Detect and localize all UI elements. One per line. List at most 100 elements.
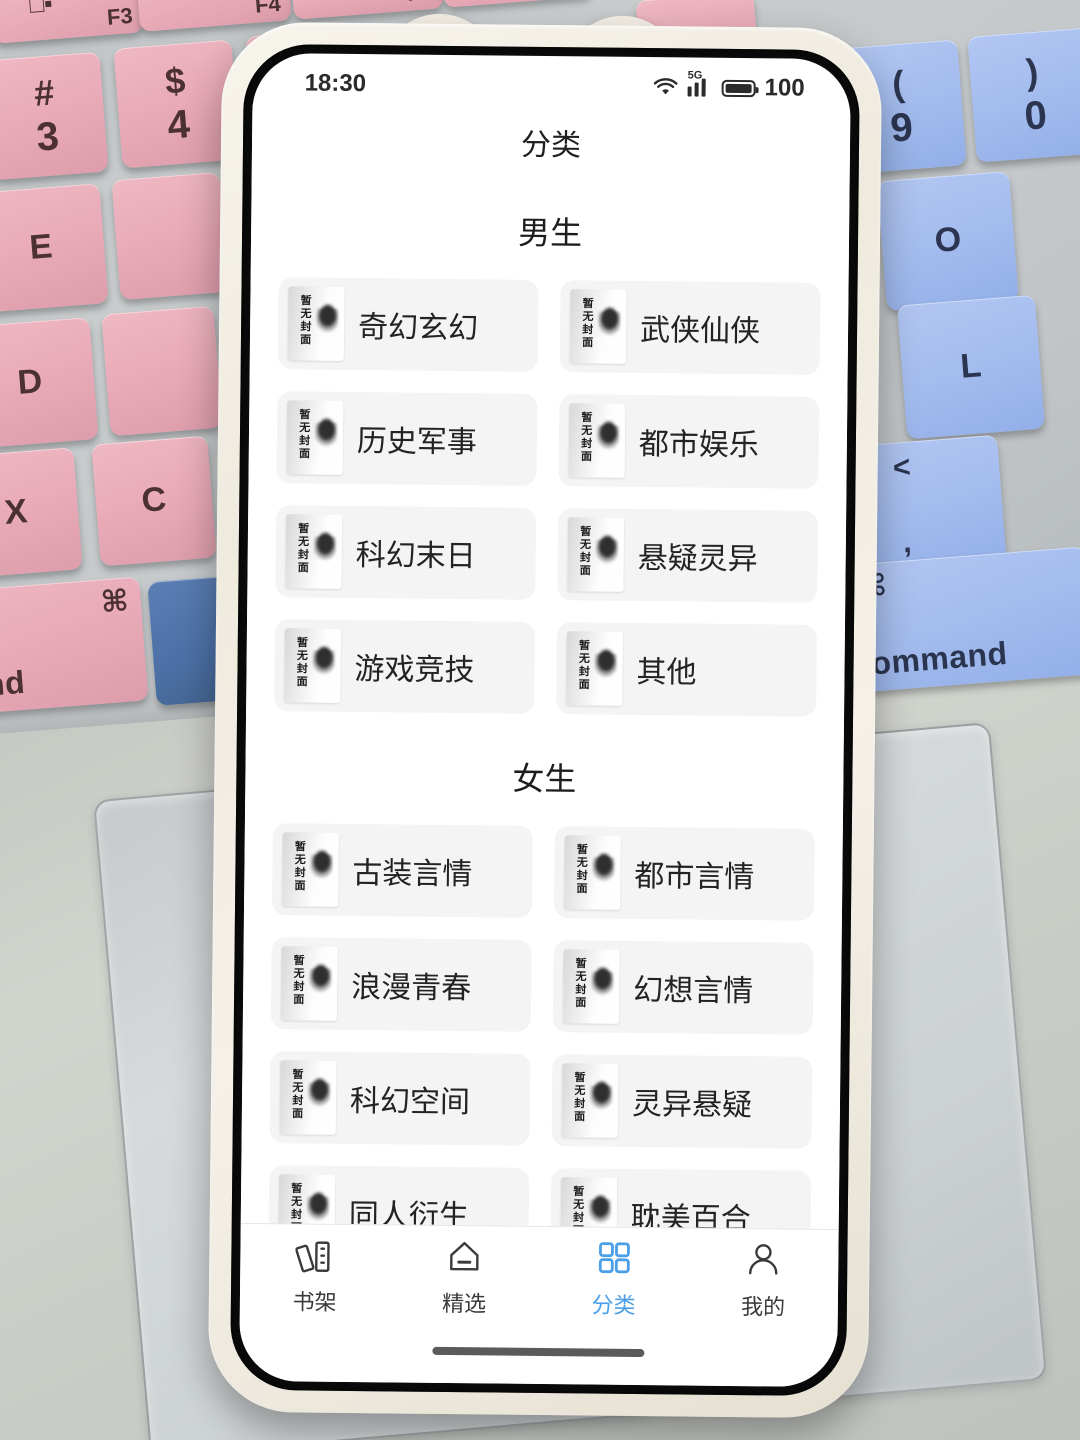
tab-label: 精选: [441, 1290, 487, 1317]
thumbnail-placeholder-text: 暂无封面: [573, 957, 588, 1010]
page-content: 分类 男生 暂无封面 奇幻玄幻 暂无封面 武侠仙侠 暂无封面 历史军事 暂无封面 都市娱乐 暂无封…: [240, 102, 851, 1230]
battery-percent-label: 100: [764, 74, 805, 102]
category-label: 历史军事: [356, 425, 478, 460]
home-icon: [444, 1234, 484, 1278]
tab-书架[interactable]: 书架: [239, 1232, 390, 1347]
ink-blob-icon: [594, 1081, 610, 1102]
no-cover-thumbnail: 暂无封面: [285, 514, 343, 589]
thumbnail-placeholder-text: 暂无封面: [290, 1068, 305, 1121]
category-card[interactable]: 暂无封面 历史军事: [276, 391, 538, 486]
thumbnail-placeholder-text: 暂无封面: [577, 639, 591, 692]
status-bar: 18:30 5G 100: [252, 53, 850, 109]
section-title-male: 男生: [517, 214, 583, 252]
key-e: E: [0, 183, 109, 313]
category-card[interactable]: 暂无封面 都市娱乐: [558, 394, 820, 489]
thumbnail-placeholder-text: 暂无封面: [297, 408, 311, 461]
key-command-left: ⌘ mmand: [0, 576, 149, 720]
thumbnail-placeholder-text: 暂无封面: [579, 411, 593, 464]
ink-blob-icon: [312, 1078, 328, 1099]
category-label: 灵异悬疑: [631, 1087, 753, 1123]
category-card[interactable]: 暂无封面 都市言情: [553, 826, 815, 921]
no-cover-thumbnail: 暂无封面: [560, 1177, 618, 1230]
category-card[interactable]: 暂无封面 悬疑灵异: [557, 508, 819, 603]
category-card[interactable]: 暂无封面 奇幻玄幻: [277, 277, 539, 372]
no-cover-thumbnail: 暂无封面: [569, 289, 627, 364]
phone-device: 18:30 5G 100 分类 男生 暂无封面 奇幻玄幻 暂无封面 武侠仙侠 暂…: [207, 13, 883, 1419]
tab-精选[interactable]: 精选: [389, 1233, 540, 1348]
category-card[interactable]: 暂无封面 武侠仙侠: [559, 280, 821, 375]
no-cover-thumbnail: 暂无封面: [280, 946, 338, 1021]
no-cover-thumbnail: 暂无封面: [279, 1060, 337, 1135]
category-label: 都市言情: [634, 859, 755, 895]
category-card[interactable]: 暂无封面 浪漫青春: [270, 937, 532, 1032]
key-x: X: [0, 447, 83, 579]
ink-blob-icon: [592, 1195, 609, 1216]
category-sections: 男生 暂无封面 奇幻玄幻 暂无封面 武侠仙侠 暂无封面 历史军事 暂无封面 都市娱乐 暂无封面 科幻…: [241, 205, 850, 1230]
no-cover-thumbnail: 暂无封面: [561, 1063, 619, 1138]
thumbnail-placeholder-text: 暂无封面: [289, 1182, 303, 1230]
category-grid-female: 暂无封面 古装言情 暂无封面 都市言情 暂无封面 浪漫青春 暂无封面 幻想言情 暂无封面 科幻空间…: [241, 823, 843, 1230]
phone-screen: 18:30 5G 100 分类 男生 暂无封面 奇幻玄幻 暂无封面 武侠仙侠 暂…: [239, 52, 851, 1388]
thumbnail-placeholder-text: 暂无封面: [292, 840, 307, 893]
key-o: O: [877, 171, 1019, 311]
category-grid-male: 暂无封面 奇幻玄幻 暂无封面 武侠仙侠 暂无封面 历史军事 暂无封面 都市娱乐 暂无封面 科幻末日…: [246, 277, 849, 717]
thumbnail-placeholder-text: 暂无封面: [580, 297, 595, 350]
ink-blob-icon: [602, 307, 618, 328]
home-indicator: [239, 1344, 838, 1388]
thumbnail-placeholder-text: 暂无封面: [571, 1185, 585, 1230]
ink-blob-icon: [314, 850, 330, 871]
wifi-icon: [652, 77, 678, 97]
tab-label: 书架: [292, 1289, 337, 1315]
category-card[interactable]: 暂无封面 耽美百合: [550, 1168, 812, 1230]
no-cover-thumbnail: 暂无封面: [564, 835, 621, 910]
thumbnail-placeholder-text: 暂无封面: [574, 843, 589, 896]
phone-bezel: 18:30 5G 100 分类 男生 暂无封面 奇幻玄幻 暂无封面 武侠仙侠 暂…: [229, 43, 861, 1397]
page-title: 分类: [520, 128, 582, 163]
thumbnail-placeholder-text: 暂无封面: [572, 1071, 587, 1124]
grid-icon: [594, 1236, 634, 1280]
no-cover-thumbnail: 暂无封面: [562, 949, 620, 1024]
thumbnail-placeholder-text: 暂无封面: [296, 522, 310, 575]
category-card[interactable]: 暂无封面 科幻末日: [275, 505, 537, 600]
category-card[interactable]: 暂无封面 科幻空间: [269, 1051, 531, 1146]
key-c: C: [91, 435, 217, 567]
ink-blob-icon: [310, 1192, 327, 1213]
key-0: ) 0: [967, 27, 1080, 163]
tab-label: 我的: [740, 1294, 786, 1320]
category-label: 都市娱乐: [638, 427, 760, 463]
category-label: 其他: [636, 655, 697, 690]
no-cover-thumbnail: 暂无封面: [566, 631, 623, 706]
cellular-signal-icon: 5G: [687, 69, 713, 97]
no-cover-thumbnail: 暂无封面: [567, 517, 625, 592]
person-icon: [743, 1237, 783, 1281]
tab-label: 分类: [591, 1292, 636, 1318]
thumbnail-placeholder-text: 暂无封面: [578, 525, 592, 578]
no-cover-thumbnail: 暂无封面: [287, 286, 345, 361]
key-d: D: [0, 317, 99, 449]
category-card[interactable]: 暂无封面 古装言情: [271, 823, 533, 918]
no-cover-thumbnail: 暂无封面: [286, 400, 344, 475]
network-type-label: 5G: [687, 69, 703, 82]
no-cover-thumbnail: 暂无封面: [568, 403, 626, 478]
tab-分类[interactable]: 分类: [538, 1235, 689, 1350]
category-card[interactable]: 暂无封面 其他: [556, 622, 818, 717]
category-label: 武侠仙侠: [639, 313, 761, 349]
category-card[interactable]: 暂无封面 同人衍生: [268, 1165, 530, 1230]
bottom-tab-bar[interactable]: 书架 精选 分类 我的: [239, 1222, 839, 1352]
key-3: #3: [0, 51, 109, 181]
tab-我的[interactable]: 我的: [688, 1237, 839, 1352]
category-card[interactable]: 暂无封面 游戏竞技: [274, 619, 536, 714]
thumbnail-placeholder-text: 暂无封面: [298, 294, 313, 347]
thumbnail-placeholder-text: 暂无封面: [295, 636, 309, 689]
thumbnail-placeholder-text: 暂无封面: [291, 954, 306, 1007]
section-title-female: 女生: [512, 760, 577, 798]
category-card[interactable]: 暂无封面 灵异悬疑: [551, 1054, 813, 1149]
battery-full-icon: [721, 79, 756, 97]
category-label: 幻想言情: [633, 973, 754, 1009]
category-label: 游戏竞技: [354, 653, 475, 688]
category-label: 科幻空间: [349, 1084, 471, 1120]
category-label: 奇幻玄幻: [357, 311, 479, 346]
category-card[interactable]: 暂无封面 幻想言情: [552, 940, 814, 1035]
key-r: [111, 171, 229, 301]
ink-blob-icon: [317, 532, 333, 553]
